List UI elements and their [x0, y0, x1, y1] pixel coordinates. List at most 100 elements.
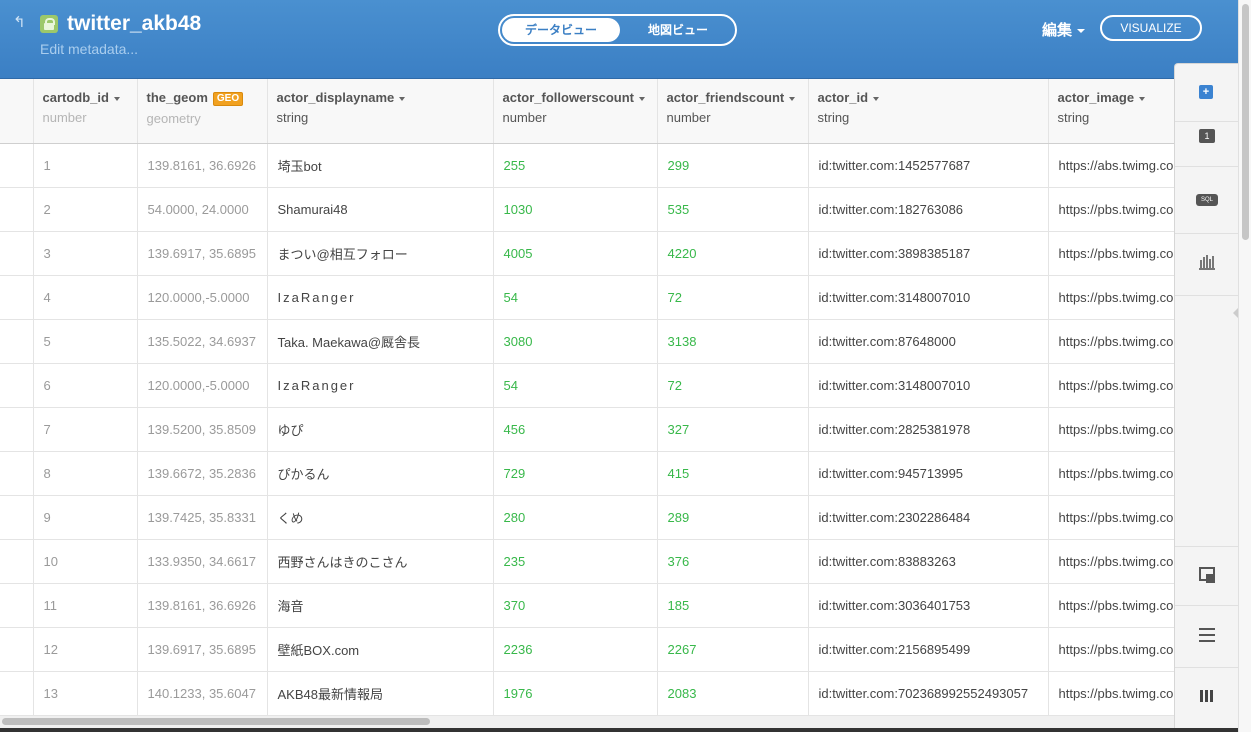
actor-id-cell[interactable]: id:twitter.com:182763086	[808, 187, 1049, 232]
friends-cell[interactable]: 185	[657, 583, 809, 628]
actor-id-cell[interactable]: id:twitter.com:3898385187	[808, 231, 1049, 276]
friends-cell[interactable]: 2083	[657, 671, 809, 716]
the-geom-cell[interactable]: 139.7425, 35.8331	[137, 495, 268, 540]
rail-sql-button[interactable]: SQL	[1175, 174, 1238, 318]
cartodb-id-cell[interactable]: 9	[33, 495, 138, 540]
actor-image-cell[interactable]: https://pbs.twimg.co	[1048, 671, 1174, 716]
actor-id-cell[interactable]: id:twitter.com:2156895499	[808, 627, 1049, 672]
actor-image-cell[interactable]: https://pbs.twimg.co	[1048, 231, 1174, 276]
friends-cell[interactable]: 299	[657, 142, 809, 188]
cartodb-id-cell[interactable]: 1	[33, 142, 138, 188]
actor-id-cell[interactable]: id:twitter.com:2825381978	[808, 407, 1049, 452]
displayname-cell[interactable]: まつい@相互フォロー	[267, 231, 494, 276]
cartodb-id-cell[interactable]: 5	[33, 319, 138, 364]
table-row[interactable]: 8 139.6672, 35.2836 ぴかるん 729 415 id:twitter.c…	[0, 451, 1174, 496]
column-header-actor-id[interactable]: actor_id string	[808, 79, 1049, 144]
table-row[interactable]: 12 139.6917, 35.6895 壁紙BOX.com 2236 2267 id:t…	[0, 627, 1174, 672]
cartodb-id-cell[interactable]: 12	[33, 627, 138, 672]
friends-cell[interactable]: 415	[657, 451, 809, 496]
actor-image-cell[interactable]: https://pbs.twimg.co	[1048, 539, 1174, 584]
followers-cell[interactable]: 1976	[493, 671, 658, 716]
the-geom-cell[interactable]: 120.0000,-5.0000	[137, 275, 268, 320]
displayname-cell[interactable]: Shamurai48	[267, 187, 494, 232]
cartodb-id-cell[interactable]: 7	[33, 407, 138, 452]
cartodb-id-cell[interactable]: 4	[33, 275, 138, 320]
displayname-cell[interactable]: IzaRanger	[267, 363, 494, 408]
column-header-actor-displayname[interactable]: actor_displayname string	[267, 79, 494, 144]
the-geom-cell[interactable]: 139.8161, 36.6926	[137, 583, 268, 628]
followers-cell[interactable]: 2236	[493, 627, 658, 672]
followers-cell[interactable]: 456	[493, 407, 658, 452]
table-row[interactable]: 1 139.8161, 36.6926 埼玉bot 255 299 id:twitter.…	[0, 142, 1174, 188]
cartodb-id-cell[interactable]: 8	[33, 451, 138, 496]
chevron-down-icon[interactable]	[1139, 96, 1146, 101]
dataset-title[interactable]: twitter_akb48	[67, 12, 201, 36]
actor-id-cell[interactable]: id:twitter.com:2302286484	[808, 495, 1049, 540]
the-geom-cell[interactable]: 139.6917, 35.6895	[137, 231, 268, 276]
horizontal-scrollbar-thumb[interactable]	[2, 718, 430, 725]
column-header-actor-image[interactable]: actor_image string	[1048, 79, 1174, 144]
actor-image-cell[interactable]: https://pbs.twimg.co	[1048, 407, 1174, 452]
chevron-down-icon[interactable]	[638, 96, 645, 101]
friends-cell[interactable]: 289	[657, 495, 809, 540]
followers-cell[interactable]: 235	[493, 539, 658, 584]
displayname-cell[interactable]: AKB48最新情報局	[267, 671, 494, 716]
actor-image-cell[interactable]: https://pbs.twimg.co	[1048, 451, 1174, 496]
displayname-cell[interactable]: Taka. Maekawa@厩舎長	[267, 319, 494, 364]
chevron-down-icon[interactable]	[873, 96, 880, 101]
edit-metadata-link[interactable]: Edit metadata...	[40, 41, 138, 57]
table-row[interactable]: 11 139.8161, 36.6926 海音 370 185 id:twitter.co…	[0, 583, 1174, 628]
cartodb-id-cell[interactable]: 11	[33, 583, 138, 628]
actor-image-cell[interactable]: https://pbs.twimg.co	[1048, 187, 1174, 232]
lock-icon[interactable]	[40, 15, 58, 33]
actor-id-cell[interactable]: id:twitter.com:3036401753	[808, 583, 1049, 628]
cartodb-id-cell[interactable]: 6	[33, 363, 138, 408]
followers-cell[interactable]: 54	[493, 275, 658, 320]
column-header-the-geom[interactable]: the_geom GEO geometry	[137, 79, 268, 144]
friends-cell[interactable]: 72	[657, 363, 809, 408]
rail-filter-button[interactable]: 1	[1175, 109, 1238, 167]
the-geom-cell[interactable]: 139.6917, 35.6895	[137, 627, 268, 672]
column-header-cartodb-id[interactable]: cartodb_id number	[33, 79, 138, 144]
actor-id-cell[interactable]: id:twitter.com:83883263	[808, 539, 1049, 584]
chevron-down-icon[interactable]	[113, 96, 120, 101]
table-row[interactable]: 13 140.1233, 35.6047 AKB48最新情報局 1976 2083 id:…	[0, 671, 1174, 716]
followers-cell[interactable]: 255	[493, 142, 658, 188]
table-row[interactable]: 6 120.0000,-5.0000 IzaRanger 54 72 id:twitter…	[0, 363, 1174, 408]
table-row[interactable]: 7 139.5200, 35.8509 ゆぴ 456 327 id:twitter.com…	[0, 407, 1174, 452]
the-geom-cell[interactable]: 54.0000, 24.0000	[137, 187, 268, 232]
the-geom-cell[interactable]: 133.9350, 34.6617	[137, 539, 268, 584]
plus-icon[interactable]: +	[1199, 85, 1213, 99]
actor-image-cell[interactable]: https://pbs.twimg.co	[1048, 275, 1174, 320]
cartodb-id-cell[interactable]: 13	[33, 671, 138, 716]
actor-image-cell[interactable]: https://abs.twimg.co	[1048, 142, 1174, 188]
displayname-cell[interactable]: ぴかるん	[267, 451, 494, 496]
rail-chart-button[interactable]	[1175, 236, 1238, 296]
table-row[interactable]: 3 139.6917, 35.6895 まつい@相互フォロー 4005 4220 id:t…	[0, 231, 1174, 276]
column-header-actor-followerscount[interactable]: actor_followerscount number	[493, 79, 658, 144]
friends-cell[interactable]: 535	[657, 187, 809, 232]
table-row[interactable]: 2 54.0000, 24.0000 Shamurai48 1030 535 id:twi…	[0, 187, 1174, 232]
data-view-tab[interactable]: データビュー	[502, 18, 620, 42]
horizontal-scrollbar[interactable]	[0, 716, 1174, 728]
back-arrow-icon[interactable]: ↰	[13, 15, 29, 31]
table-row[interactable]: 9 139.7425, 35.8331 くめ 280 289 id:twitter.com…	[0, 495, 1174, 540]
actor-image-cell[interactable]: https://pbs.twimg.co	[1048, 583, 1174, 628]
vertical-scrollbar-thumb[interactable]	[1242, 4, 1249, 240]
displayname-cell[interactable]: 埼玉bot	[267, 142, 494, 188]
actor-id-cell[interactable]: id:twitter.com:3148007010	[808, 275, 1049, 320]
friends-cell[interactable]: 72	[657, 275, 809, 320]
visualize-button[interactable]: VISUALIZE	[1100, 15, 1202, 41]
the-geom-cell[interactable]: 139.8161, 36.6926	[137, 142, 268, 188]
followers-cell[interactable]: 3080	[493, 319, 658, 364]
displayname-cell[interactable]: 海音	[267, 583, 494, 628]
actor-id-cell[interactable]: id:twitter.com:1452577687	[808, 142, 1049, 188]
rail-merge-button[interactable]	[1175, 546, 1238, 606]
actor-id-cell[interactable]: id:twitter.com:945713995	[808, 451, 1049, 496]
map-view-tab[interactable]: 地図ビュー	[621, 18, 735, 42]
displayname-cell[interactable]: 壁紙BOX.com	[267, 627, 494, 672]
friends-cell[interactable]: 327	[657, 407, 809, 452]
actor-image-cell[interactable]: https://pbs.twimg.co	[1048, 627, 1174, 672]
the-geom-cell[interactable]: 140.1233, 35.6047	[137, 671, 268, 716]
table-row[interactable]: 10 133.9350, 34.6617 西野さんはきのこさん 235 376 id:tw…	[0, 539, 1174, 584]
